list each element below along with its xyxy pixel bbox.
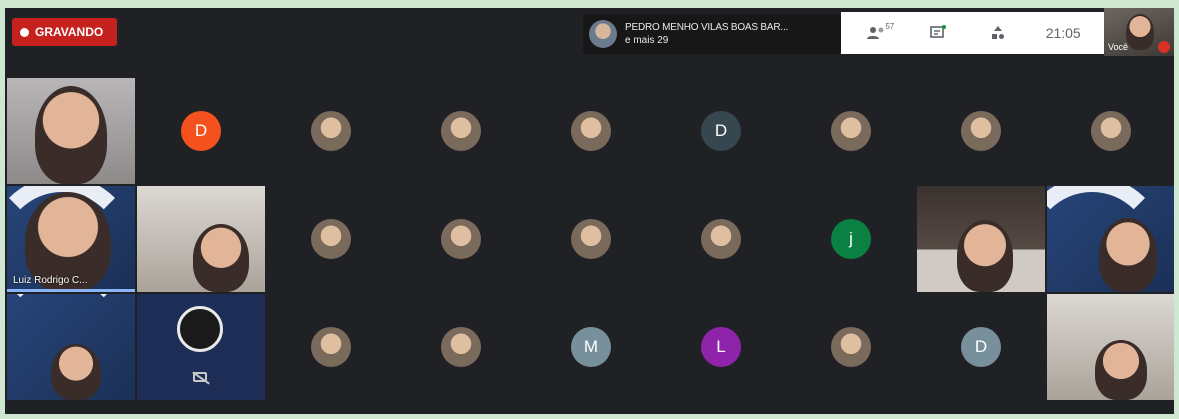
participant-video: [957, 220, 1013, 292]
self-video: [1126, 14, 1154, 50]
participant-tile[interactable]: D: [917, 294, 1045, 400]
participant-tile[interactable]: [787, 78, 915, 184]
recording-label: GRAVANDO: [35, 25, 104, 39]
meeting-clock: 21:05: [1045, 25, 1081, 41]
recording-dot-icon: [20, 27, 29, 37]
photo-avatar: [571, 111, 611, 151]
participant-tile[interactable]: M: [527, 294, 655, 400]
participant-video: [193, 224, 249, 292]
participant-tile[interactable]: [527, 186, 655, 292]
photo-avatar: [441, 219, 481, 259]
participant-tile[interactable]: [7, 78, 135, 184]
photo-avatar: [311, 219, 351, 259]
speaking-indicator: [7, 289, 135, 292]
participant-tile[interactable]: [917, 186, 1045, 292]
participant-count: 57: [885, 22, 895, 31]
participant-tile[interactable]: [527, 78, 655, 184]
activities-icon: [992, 26, 1005, 39]
presenter-more: e mais 29: [625, 35, 669, 46]
meet-window: GRAVANDO PEDRO MENHO VILAS BOAS BAR... e…: [5, 8, 1174, 414]
participant-tile[interactable]: [7, 294, 135, 400]
participant-tile[interactable]: L: [657, 294, 785, 400]
photo-avatar: [441, 111, 481, 151]
participant-tile[interactable]: [1047, 294, 1174, 400]
presenter-name: PEDRO MENHO VILAS BOAS BAR...: [625, 22, 789, 33]
participant-tile[interactable]: [397, 186, 525, 292]
meeting-toolbar: 57 21:05: [841, 12, 1104, 54]
muted-mic-icon: [1158, 41, 1170, 53]
participant-tile[interactable]: D: [137, 78, 265, 184]
photo-avatar: [441, 327, 481, 367]
letter-avatar: D: [181, 111, 221, 151]
photo-avatar: [701, 219, 741, 259]
participant-tile[interactable]: Luiz Rodrigo C...: [7, 186, 135, 292]
participant-video: [1099, 218, 1157, 292]
participant-video: [1095, 340, 1147, 400]
self-label: Você: [1108, 42, 1129, 52]
recording-badge: GRAVANDO: [12, 18, 117, 46]
obs-logo-icon: [177, 306, 223, 352]
participant-tile[interactable]: [1047, 78, 1174, 184]
participant-tile[interactable]: [267, 78, 395, 184]
participant-tile[interactable]: [267, 186, 395, 292]
photo-avatar: [311, 327, 351, 367]
photo-avatar: [311, 111, 351, 151]
letter-avatar: D: [701, 111, 741, 151]
activities-button[interactable]: [985, 22, 1011, 44]
participant-video: [51, 344, 101, 400]
photo-avatar: [1091, 111, 1131, 151]
participant-tile[interactable]: [917, 78, 1045, 184]
letter-avatar: j: [831, 219, 871, 259]
participant-tile[interactable]: [267, 294, 395, 400]
presenter-chip[interactable]: PEDRO MENHO VILAS BOAS BAR... e mais 29: [583, 14, 841, 54]
participant-tile[interactable]: j: [787, 186, 915, 292]
camera-off-icon: [193, 372, 207, 382]
participant-tile[interactable]: [1047, 186, 1174, 292]
participant-tile[interactable]: [137, 294, 265, 400]
participant-tile[interactable]: [397, 294, 525, 400]
photo-avatar: [831, 111, 871, 151]
participant-video: [35, 86, 107, 184]
photo-avatar: [831, 327, 871, 367]
photo-avatar: [571, 219, 611, 259]
self-view-tile[interactable]: Você: [1104, 8, 1174, 56]
presenter-avatar: [589, 20, 617, 48]
participant-tile[interactable]: D: [657, 78, 785, 184]
photo-avatar: [961, 111, 1001, 151]
participant-tile[interactable]: [137, 186, 265, 292]
letter-avatar: D: [961, 327, 1001, 367]
chat-icon: [929, 25, 946, 38]
letter-avatar: L: [701, 327, 741, 367]
participant-tile[interactable]: [657, 186, 785, 292]
participant-name: Luiz Rodrigo C...: [13, 275, 88, 286]
participant-tile[interactable]: [787, 294, 915, 400]
participant-tile[interactable]: [397, 78, 525, 184]
participants-button[interactable]: 57: [864, 22, 894, 44]
chat-button[interactable]: [925, 22, 951, 44]
letter-avatar: M: [571, 327, 611, 367]
